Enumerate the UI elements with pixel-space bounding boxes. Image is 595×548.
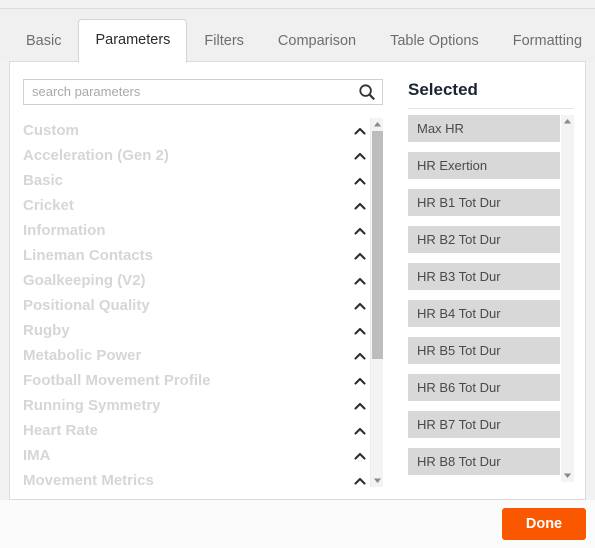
- chevron-up-icon[interactable]: [352, 148, 368, 164]
- tab-label: Filters: [204, 33, 244, 49]
- category-label: Movement Metrics: [23, 472, 154, 487]
- category-row-lineman-contacts[interactable]: Lineman Contacts: [23, 243, 370, 268]
- category-list-scrollbar[interactable]: [370, 118, 383, 487]
- category-row-ima[interactable]: IMA: [23, 443, 370, 468]
- tab-label: Comparison: [277, 33, 357, 49]
- category-label: Positional Quality: [23, 297, 150, 314]
- chevron-up-icon[interactable]: [352, 323, 368, 339]
- chevron-up-icon[interactable]: [352, 123, 368, 139]
- category-row-running-symmetry[interactable]: Running Symmetry: [23, 393, 370, 418]
- category-label: Acceleration (Gen 2): [23, 147, 169, 164]
- chevron-up-icon[interactable]: [352, 223, 368, 239]
- selected-item[interactable]: HR B5 Tot Dur: [408, 337, 560, 364]
- category-rows: Custom Acceleration (Gen 2) Basic Cricke…: [23, 118, 370, 487]
- parameters-panel: Custom Acceleration (Gen 2) Basic: [9, 61, 586, 500]
- selected-item[interactable]: HR B2 Tot Dur: [408, 226, 560, 253]
- scrollbar-thumb[interactable]: [372, 131, 383, 359]
- category-row-metabolic-power[interactable]: Metabolic Power: [23, 343, 370, 368]
- chevron-up-icon[interactable]: [352, 273, 368, 289]
- parameters-dialog: Basic Parameters Filters Comparison Tabl…: [0, 0, 595, 548]
- chevron-up-icon[interactable]: [352, 373, 368, 389]
- selected-item[interactable]: HR B7 Tot Dur: [408, 411, 560, 438]
- selected-item[interactable]: HR B8 Tot Dur: [408, 448, 560, 475]
- selected-title: Selected: [408, 80, 478, 99]
- category-label: IMA: [23, 447, 51, 464]
- category-row-acceleration-gen-2[interactable]: Acceleration (Gen 2): [23, 143, 370, 168]
- category-row-cricket[interactable]: Cricket: [23, 193, 370, 218]
- category-label: Metabolic Power: [23, 347, 142, 364]
- category-label: Custom: [23, 122, 79, 139]
- category-label: Football Movement Profile: [23, 372, 211, 389]
- tab-label: Parameters: [95, 32, 171, 48]
- category-row-rugby[interactable]: Rugby: [23, 318, 370, 343]
- category-label: Information: [23, 222, 106, 239]
- scroll-down-arrow-icon[interactable]: [371, 474, 384, 487]
- selected-item[interactable]: HR B4 Tot Dur: [408, 300, 560, 327]
- search-icon[interactable]: [358, 83, 376, 101]
- category-label: Rugby: [23, 322, 70, 339]
- selected-divider: [408, 108, 574, 109]
- category-label: Lineman Contacts: [23, 247, 154, 264]
- chevron-up-icon[interactable]: [352, 448, 368, 464]
- category-label: Basic: [23, 172, 64, 189]
- selected-item[interactable]: HR B3 Tot Dur: [408, 263, 560, 290]
- chevron-up-icon[interactable]: [352, 173, 368, 189]
- chevron-up-icon[interactable]: [352, 423, 368, 439]
- tab-label: Formatting: [512, 33, 583, 49]
- parameter-browser: Custom Acceleration (Gen 2) Basic: [23, 79, 397, 487]
- chevron-up-icon[interactable]: [352, 248, 368, 264]
- category-row-basic[interactable]: Basic: [23, 168, 370, 193]
- category-row-custom[interactable]: Custom: [23, 118, 370, 143]
- category-label: Running Symmetry: [23, 397, 161, 414]
- tab-formatting[interactable]: Formatting: [496, 21, 595, 62]
- category-row-movement-metrics[interactable]: Movement Metrics: [23, 468, 370, 487]
- selected-panel: Selected Max HR HR Exertion HR B1 Tot Du…: [408, 79, 574, 482]
- category-row-positional-quality[interactable]: Positional Quality: [23, 293, 370, 318]
- selected-item[interactable]: Max HR: [408, 115, 560, 142]
- tab-label: Basic: [26, 33, 62, 49]
- category-row-information[interactable]: Information: [23, 218, 370, 243]
- tab-basic[interactable]: Basic: [9, 21, 78, 62]
- selected-rows: Max HR HR Exertion HR B1 Tot Dur HR B2 T…: [408, 115, 560, 482]
- scroll-down-arrow-icon[interactable]: [561, 469, 574, 482]
- tab-strip: Basic Parameters Filters Comparison Tabl…: [0, 8, 595, 63]
- chevron-up-icon[interactable]: [352, 398, 368, 414]
- done-button[interactable]: Done: [502, 508, 586, 540]
- scroll-up-arrow-icon[interactable]: [561, 115, 574, 128]
- chevron-up-icon[interactable]: [352, 348, 368, 364]
- selected-item[interactable]: HR B1 Tot Dur: [408, 189, 560, 216]
- dialog-footer: Done: [0, 500, 595, 548]
- scroll-up-arrow-icon[interactable]: [371, 118, 384, 131]
- selected-list: Max HR HR Exertion HR B1 Tot Dur HR B2 T…: [408, 115, 574, 482]
- tab-parameters[interactable]: Parameters: [78, 19, 188, 63]
- selected-item[interactable]: HR Exertion: [408, 152, 560, 179]
- category-label: Cricket: [23, 197, 74, 214]
- search-input[interactable]: [24, 80, 354, 104]
- category-label: Heart Rate: [23, 422, 99, 439]
- chevron-up-icon[interactable]: [352, 473, 368, 488]
- selected-item[interactable]: HR B6 Tot Dur: [408, 374, 560, 401]
- tab-table-options[interactable]: Table Options: [373, 21, 496, 62]
- category-label: Goalkeeping (V2): [23, 272, 146, 289]
- tab-comparison[interactable]: Comparison: [261, 21, 373, 62]
- category-row-goalkeeping-v2[interactable]: Goalkeeping (V2): [23, 268, 370, 293]
- category-list: Custom Acceleration (Gen 2) Basic Cricke…: [23, 118, 383, 487]
- chevron-up-icon[interactable]: [352, 198, 368, 214]
- tab-list: Basic Parameters Filters Comparison Tabl…: [0, 16, 595, 63]
- chevron-up-icon[interactable]: [352, 298, 368, 314]
- tab-filters[interactable]: Filters: [187, 21, 260, 62]
- category-row-heart-rate[interactable]: Heart Rate: [23, 418, 370, 443]
- selected-list-scrollbar[interactable]: [561, 115, 574, 482]
- category-row-football-movement-profile[interactable]: Football Movement Profile: [23, 368, 370, 393]
- search-box: [23, 79, 383, 105]
- tab-label: Table Options: [390, 33, 479, 49]
